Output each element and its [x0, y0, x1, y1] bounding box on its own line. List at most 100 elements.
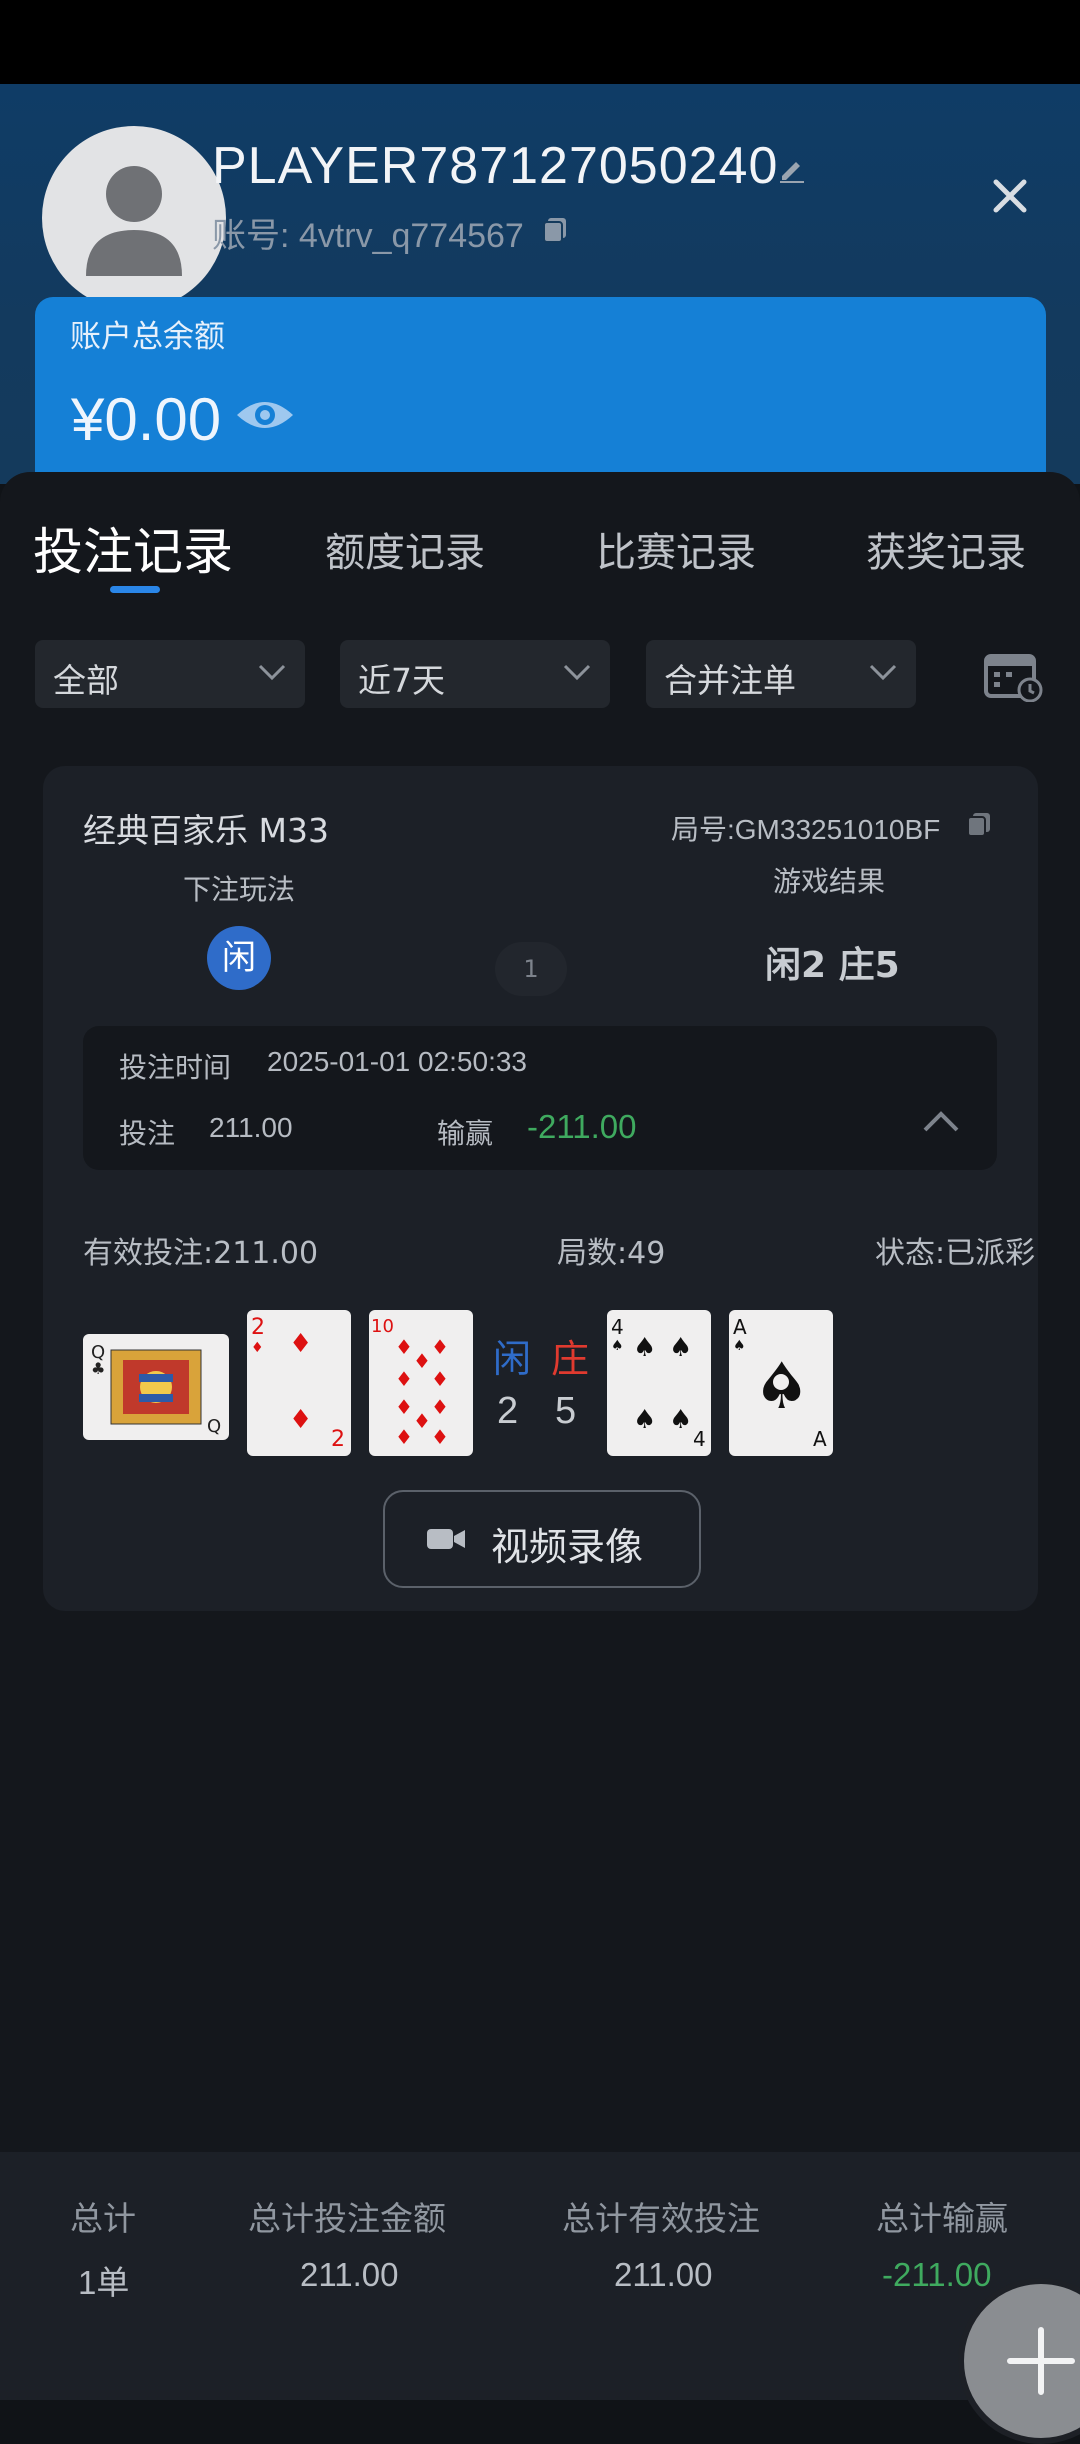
calendar-icon[interactable] [984, 648, 1044, 702]
svg-text:♦: ♦ [395, 1367, 413, 1391]
tab-prize-records[interactable]: 获奖记录 [866, 520, 1026, 578]
svg-text:♦: ♦ [413, 1349, 431, 1373]
svg-text:♦: ♦ [395, 1335, 413, 1359]
chevron-down-icon [869, 664, 897, 681]
chevron-up-icon[interactable] [921, 1110, 961, 1134]
bet-choice-chip: 闲 [207, 926, 271, 990]
tab-bet-records[interactable]: 投注记录 [33, 512, 233, 584]
svg-text:4: 4 [693, 1427, 706, 1451]
svg-text:♦: ♦ [431, 1425, 449, 1449]
svg-text:♠: ♠ [733, 1338, 746, 1354]
svg-text:♦: ♦ [289, 1329, 312, 1359]
round-id: 局号:GM33251010BF [671, 814, 941, 845]
video-camera-icon [427, 1529, 465, 1549]
svg-text:♠: ♠ [633, 1405, 656, 1435]
balance-label: 账户总余额 [70, 319, 225, 355]
bet-record-card: 经典百家乐 M33 局号:GM33251010BF 下注玩法 闲 1 游戏结果 … [43, 766, 1038, 1611]
svg-text:♠: ♠ [633, 1333, 656, 1363]
svg-text:♦: ♦ [251, 1340, 264, 1356]
records-panel: 投注记录 额度记录 比赛记录 获奖记录 全部 近7天 合并注单 经典百家乐 M3… [0, 472, 1080, 2152]
tab-bar: 投注记录 额度记录 比赛记录 获奖记录 [0, 472, 1080, 602]
stake-label: 投注 [119, 1117, 176, 1150]
svg-text:2: 2 [251, 1315, 265, 1340]
eye-icon[interactable] [235, 395, 295, 435]
copy-icon[interactable] [965, 810, 993, 838]
svg-text:Q: Q [207, 1416, 221, 1437]
svg-text:♦: ♦ [431, 1335, 449, 1359]
account-id: 账号: 4vtrv_q774567 [212, 217, 524, 255]
filter-type-dropdown[interactable]: 全部 [35, 640, 305, 708]
valid-bet: 有效投注:211.00 [83, 1236, 319, 1271]
filter-merge-value: 合并注单 [664, 661, 796, 700]
winloss-label: 输赢 [437, 1117, 494, 1150]
tab-indicator [110, 586, 160, 593]
total-bet-amount-value: 211.00 [300, 2256, 399, 2293]
winloss-value: -211.00 [527, 1108, 637, 1145]
video-replay-button[interactable]: 视频录像 [383, 1490, 701, 1588]
svg-text:♣: ♣ [91, 1359, 105, 1378]
game-name: 经典百家乐 M33 [83, 811, 329, 850]
close-icon[interactable] [984, 170, 1036, 222]
round-summary: 有效投注:211.00 局数:49 状态:已派彩 [83, 1228, 1035, 1271]
total-orders-value: 1单 [78, 2264, 130, 2301]
total-valid-bet-label: 总计有效投注 [562, 2199, 760, 2238]
tab-credit-records[interactable]: 额度记录 [325, 520, 485, 578]
playing-card-2-diamonds: 2 ♦ ♦ ♦ 2 [247, 1310, 351, 1456]
svg-text:A: A [813, 1427, 827, 1451]
filter-date-value: 近7天 [358, 661, 445, 700]
filter-date-dropdown[interactable]: 近7天 [340, 640, 610, 708]
avatar[interactable] [42, 126, 226, 310]
total-valid-bet-value: 211.00 [614, 2256, 713, 2293]
filter-merge-dropdown[interactable]: 合并注单 [646, 640, 916, 708]
copy-icon[interactable] [540, 214, 570, 244]
edit-icon[interactable] [776, 152, 808, 184]
total-orders-label: 总计 [70, 2199, 136, 2238]
balance-card: 账户总余额 ¥0.00 [35, 297, 1046, 497]
svg-text:♦: ♦ [395, 1425, 413, 1449]
banker-side-label: 庄 [551, 1337, 590, 1381]
settle-status: 状态:已派彩 [875, 1236, 1036, 1271]
svg-text:♦: ♦ [413, 1409, 431, 1433]
bet-count-badge: 1 [495, 942, 567, 996]
playing-card-queen-clubs: Q ♣ Q [83, 1334, 229, 1440]
bet-type-label: 下注玩法 [183, 873, 296, 906]
bet-time-label: 投注时间 [119, 1051, 232, 1084]
total-bet-amount-label: 总计投注金额 [248, 2199, 446, 2238]
svg-text:♦: ♦ [431, 1367, 449, 1391]
round-count: 局数:49 [557, 1236, 666, 1271]
svg-text:♦: ♦ [395, 1395, 413, 1419]
total-winloss-label: 总计输赢 [876, 2199, 1008, 2238]
playing-card-ace-spades: A ♠ ♠ A [729, 1310, 833, 1456]
chevron-down-icon [563, 664, 591, 681]
plus-icon [1007, 2327, 1075, 2395]
svg-text:♦: ♦ [289, 1405, 312, 1435]
svg-text:♠: ♠ [669, 1333, 692, 1363]
totals-footer: 总计 1单 总计投注金额 211.00 总计有效投注 211.00 总计输赢 -… [0, 2152, 1080, 2400]
result-value: 闲2 庄5 [765, 945, 900, 986]
svg-text:A: A [733, 1315, 747, 1339]
svg-text:♠: ♠ [611, 1338, 624, 1354]
video-replay-label: 视频录像 [491, 1525, 644, 1569]
tab-match-records[interactable]: 比赛记录 [596, 520, 756, 578]
svg-text:4: 4 [611, 1315, 624, 1339]
svg-text:2: 2 [331, 1427, 345, 1452]
username: PLAYER787127050240 [212, 137, 779, 195]
svg-text:♠: ♠ [669, 1405, 692, 1435]
result-label: 游戏结果 [773, 865, 886, 898]
svg-text:10: 10 [371, 1316, 394, 1337]
banker-score: 5 [555, 1390, 577, 1432]
status-bar [0, 0, 1080, 84]
floating-add-button[interactable] [958, 2278, 1080, 2444]
playing-card-10-diamonds: 10 ♦ ♦ ♦ ♦ ♦ ♦ ♦ ♦ ♦ ♦ [369, 1310, 473, 1456]
user-icon [86, 166, 182, 276]
bet-detail-box: 投注时间 2025-01-01 02:50:33 投注 211.00 输赢 -2… [83, 1026, 997, 1170]
player-side-label: 闲 [493, 1337, 532, 1381]
stake-value: 211.00 [209, 1112, 293, 1143]
playing-card-4-spades: 4 ♠ ♠ ♠ ♠ ♠ 4 [607, 1310, 711, 1456]
bet-time-value: 2025-01-01 02:50:33 [267, 1046, 527, 1077]
balance-value: ¥0.00 [71, 386, 222, 453]
player-score: 2 [497, 1390, 519, 1432]
filter-type-value: 全部 [53, 661, 119, 700]
chevron-down-icon [258, 664, 286, 681]
svg-text:♦: ♦ [431, 1395, 449, 1419]
